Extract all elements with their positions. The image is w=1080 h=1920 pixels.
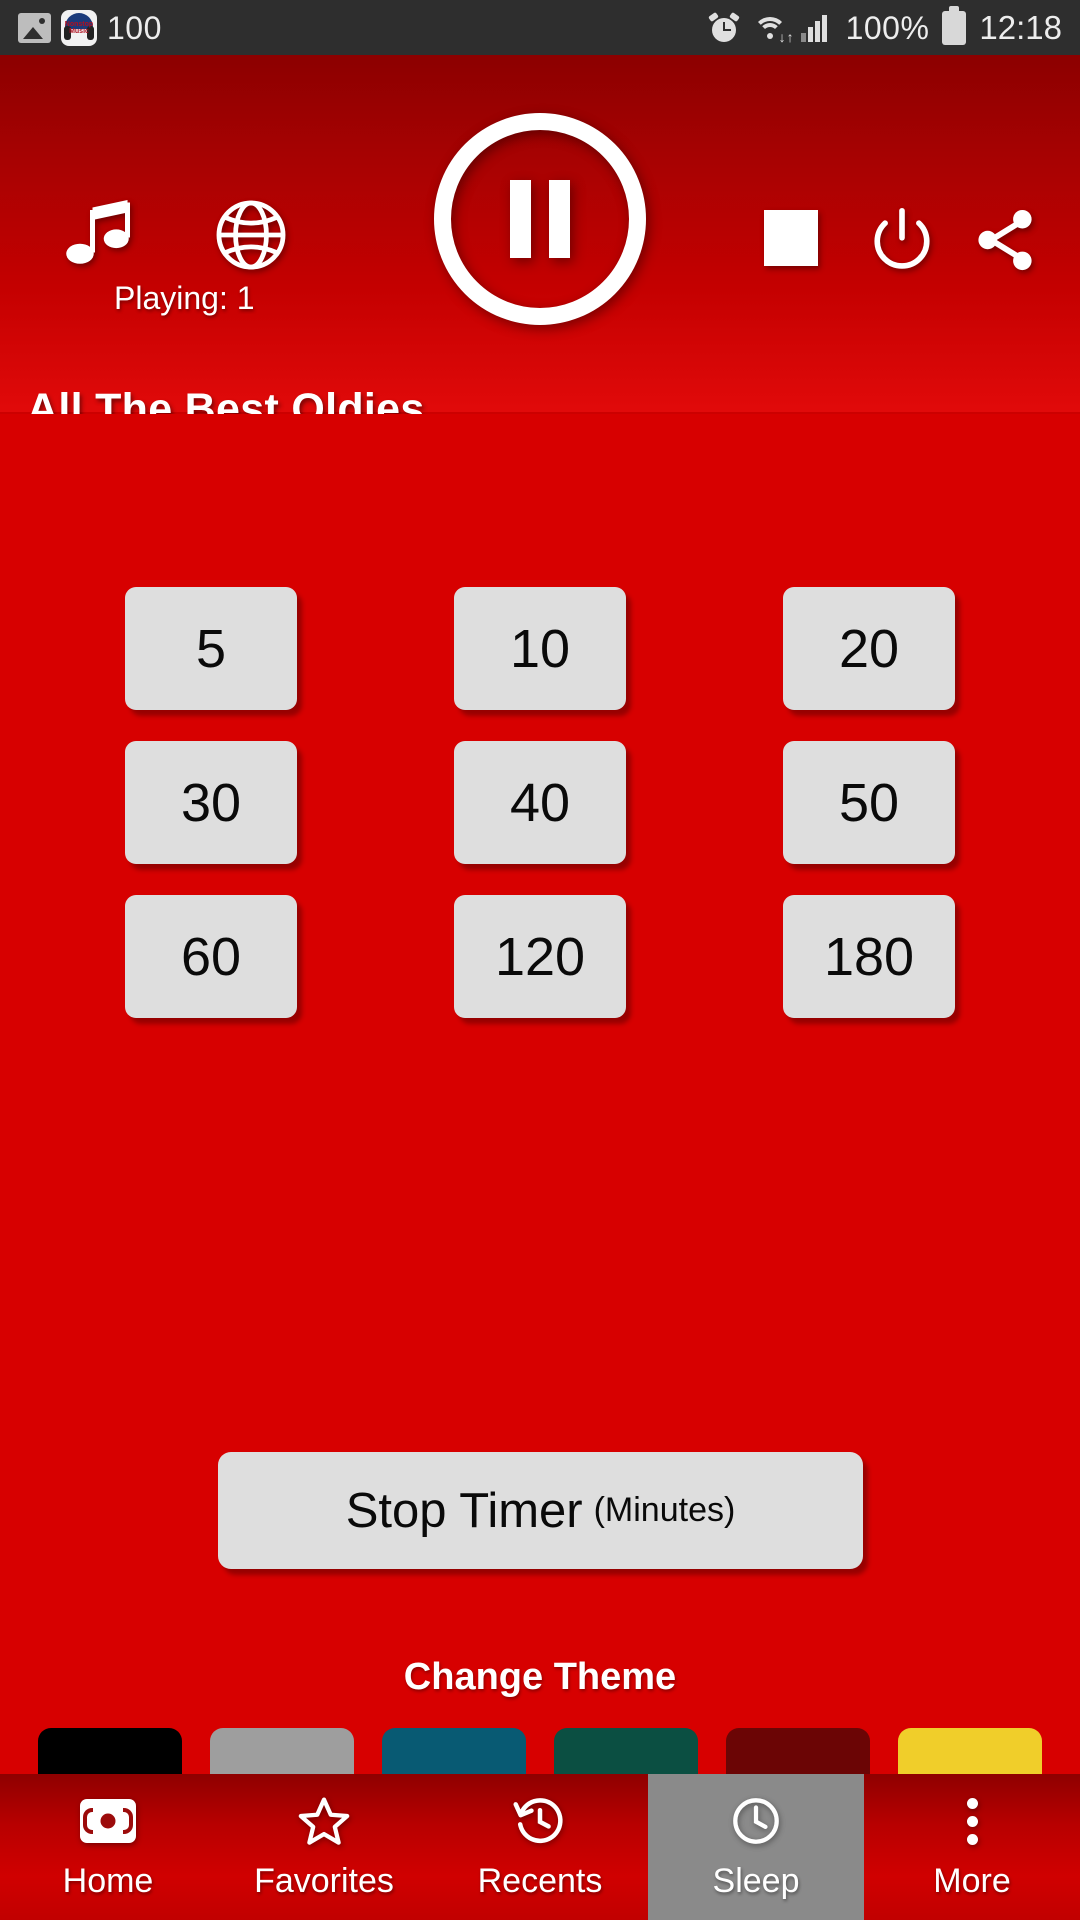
status-bar: Nonstop Music 100 ↓ ↑ 100% 12:18 [0,0,1080,55]
playing-label: Playing: 1 [114,280,255,316]
timer-button-30[interactable]: 30 [125,741,297,864]
timer-button-20[interactable]: 20 [783,587,955,710]
clock-icon [728,1793,784,1849]
timer-button-5[interactable]: 5 [125,587,297,710]
stop-timer-label: Stop Timer [345,1483,583,1538]
timer-button-10[interactable]: 10 [454,587,626,710]
nav-label-sleep: Sleep [712,1862,800,1900]
battery-percent: 100% [845,9,930,46]
nonstop-music-app-icon: Nonstop Music [61,9,97,46]
pause-icon [434,113,646,325]
power-icon[interactable] [866,203,938,277]
timer-button-180[interactable]: 180 [783,895,955,1018]
nav-label-home: Home [62,1862,154,1900]
stop-square-icon[interactable] [764,210,818,266]
radio-broadcast-icon [80,1793,136,1849]
notification-count: 100 [107,9,162,46]
nav-item-sleep[interactable]: Sleep [648,1774,864,1920]
timer-button-60[interactable]: 60 [125,895,297,1018]
stop-timer-button[interactable]: Stop Timer (Minutes) [218,1452,863,1569]
timer-row: 30 40 50 [0,741,1080,864]
timer-button-grid: 5 10 20 30 40 50 60 120 180 [0,587,1080,1049]
music-note-icon[interactable] [58,195,142,275]
globe-icon[interactable] [213,197,289,273]
app-icon-text-line2: Music [69,27,89,35]
nav-item-more[interactable]: More [864,1774,1080,1920]
sleep-timer-panel: 5 10 20 30 40 50 60 120 180 Stop Timer (… [0,414,1080,1828]
timer-button-120[interactable]: 120 [454,895,626,1018]
bottom-navigation: Home Favorites Recents Sleep More [0,1774,1080,1920]
nav-label-more: More [933,1862,1011,1900]
status-bar-left: Nonstop Music 100 [18,9,162,46]
signal-icon [800,14,833,42]
timer-row: 60 120 180 [0,895,1080,1018]
star-icon [296,1793,352,1849]
stop-timer-unit: (Minutes) [593,1491,736,1529]
nav-label-favorites: Favorites [254,1862,394,1900]
clock-time: 12:18 [979,9,1062,46]
app-icon-text-line1: Nonstop [64,20,94,28]
nav-item-recents[interactable]: Recents [432,1774,648,1920]
history-clock-icon [512,1793,568,1849]
timer-button-50[interactable]: 50 [783,741,955,864]
timer-button-40[interactable]: 40 [454,741,626,864]
change-theme-title: Change Theme [403,1656,677,1698]
status-bar-right: ↓ ↑ 100% 12:18 [707,5,1062,46]
nav-item-favorites[interactable]: Favorites [216,1774,432,1920]
timer-row: 5 10 20 [0,587,1080,710]
battery-icon [942,5,967,45]
play-pause-button[interactable] [434,113,646,325]
wifi-icon: ↓ ↑ [752,13,794,44]
overflow-dots-icon [966,1793,978,1849]
share-icon[interactable] [968,203,1042,277]
player-controls: Playing: 1 [0,55,1080,325]
player-header: Playing: 1 All The Best Oldies [0,55,1080,470]
nav-label-recents: Recents [477,1862,603,1900]
gallery-icon [18,12,51,43]
nav-item-home[interactable]: Home [0,1774,216,1920]
alarm-icon [707,11,740,43]
